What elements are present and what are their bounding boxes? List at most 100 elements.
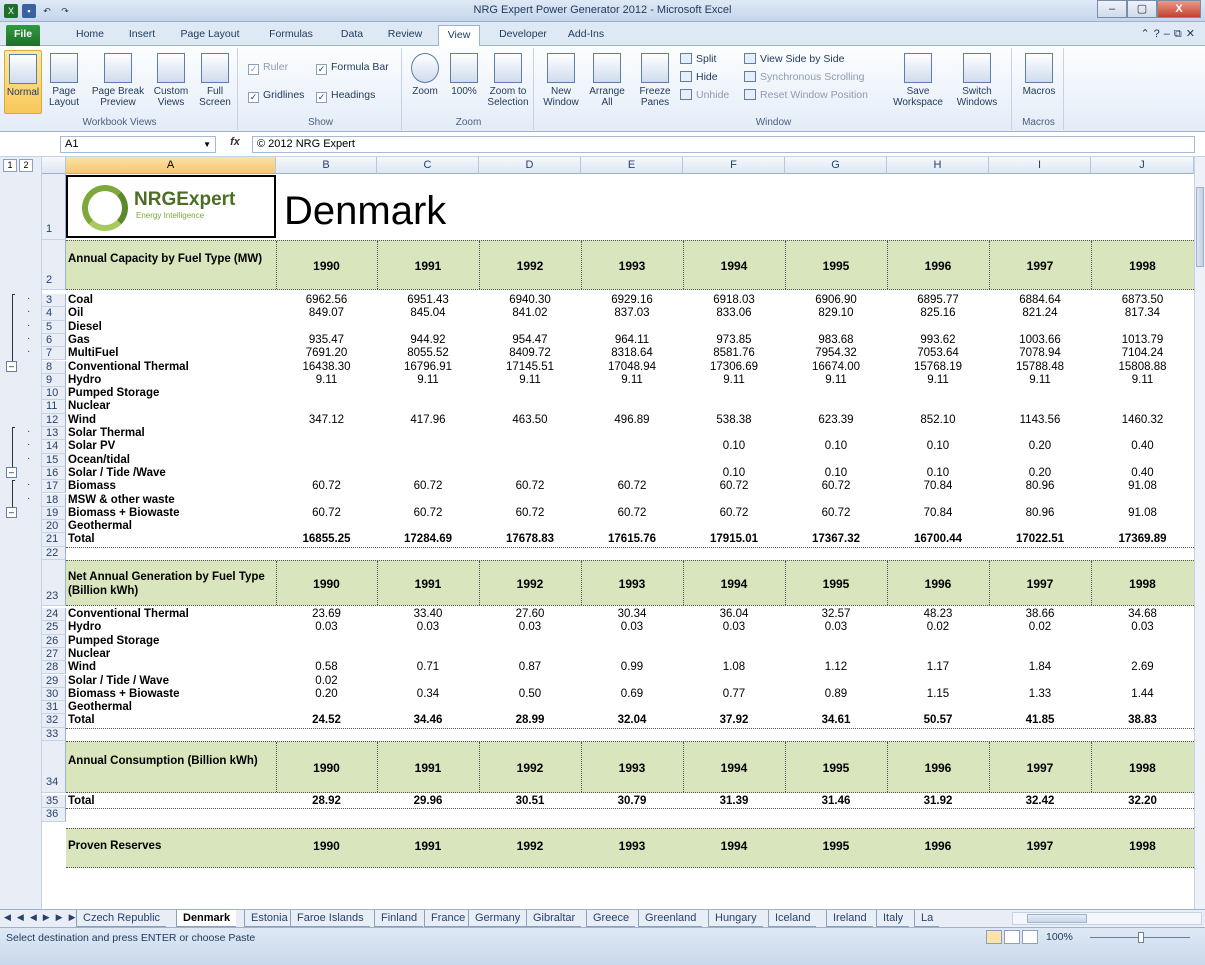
- value-cell[interactable]: [887, 635, 989, 648]
- row-header[interactable]: 35: [42, 795, 66, 809]
- sheet-tab[interactable]: Faroe Islands: [290, 910, 370, 927]
- value-cell[interactable]: [1091, 321, 1194, 334]
- value-cell[interactable]: [1091, 387, 1194, 400]
- scroll-thumb[interactable]: [1027, 914, 1087, 923]
- table-row[interactable]: Geothermal: [66, 520, 1196, 533]
- row-header[interactable]: 17: [42, 480, 66, 494]
- column-header-i[interactable]: I: [989, 157, 1091, 174]
- column-header-d[interactable]: D: [479, 157, 581, 174]
- value-cell[interactable]: 1143.56: [989, 414, 1091, 427]
- column-header-c[interactable]: C: [377, 157, 479, 174]
- macros-button[interactable]: Macros: [1020, 50, 1058, 97]
- table-row[interactable]: Solar / Tide / Wave 0.02: [66, 675, 1196, 688]
- value-cell[interactable]: [581, 467, 683, 480]
- formula-input[interactable]: © 2012 NRG Expert: [252, 136, 1195, 153]
- value-cell[interactable]: 964.11: [581, 334, 683, 347]
- value-cell[interactable]: [785, 648, 887, 661]
- value-cell[interactable]: 954.47: [479, 334, 581, 347]
- sheet-tab[interactable]: Denmark: [176, 910, 237, 927]
- value-cell[interactable]: 17369.89: [1091, 533, 1194, 546]
- formula-bar-checkbox[interactable]: ✓ Formula Bar: [316, 60, 389, 75]
- value-cell[interactable]: 7078.94: [989, 347, 1091, 360]
- row-header[interactable]: 14: [42, 440, 66, 454]
- value-cell[interactable]: [581, 387, 683, 400]
- new-window-button[interactable]: New Window: [540, 50, 582, 108]
- row-label[interactable]: Solar / Tide / Wave: [68, 675, 274, 688]
- value-cell[interactable]: 91.08: [1091, 507, 1194, 520]
- value-cell[interactable]: 17284.69: [377, 533, 479, 546]
- sheet-tab[interactable]: Greece: [586, 910, 636, 927]
- hide-button[interactable]: Hide: [680, 70, 718, 85]
- value-cell[interactable]: 821.24: [989, 307, 1091, 320]
- value-cell[interactable]: 70.84: [887, 480, 989, 493]
- value-cell[interactable]: 849.07: [276, 307, 377, 320]
- row-header[interactable]: 8: [42, 360, 66, 374]
- value-cell[interactable]: 973.85: [683, 334, 785, 347]
- value-cell[interactable]: [479, 427, 581, 440]
- sheet-tab[interactable]: La: [914, 910, 940, 927]
- value-cell[interactable]: [785, 701, 887, 714]
- value-cell[interactable]: [479, 701, 581, 714]
- value-cell[interactable]: 2.69: [1091, 661, 1194, 674]
- switch-windows-button[interactable]: Switch Windows: [948, 50, 1006, 108]
- sheet-tab[interactable]: Estonia: [244, 910, 294, 927]
- row-header[interactable]: 25: [42, 621, 66, 635]
- value-cell[interactable]: 7053.64: [887, 347, 989, 360]
- scroll-thumb[interactable]: [1196, 187, 1204, 267]
- value-cell[interactable]: 32.42: [989, 795, 1091, 808]
- horizontal-scrollbar[interactable]: [1012, 912, 1202, 925]
- row-header[interactable]: 19: [42, 506, 66, 521]
- freeze-panes-button[interactable]: Freeze Panes: [632, 50, 678, 108]
- tab-insert[interactable]: Insert: [122, 25, 162, 46]
- value-cell[interactable]: 7691.20: [276, 347, 377, 360]
- value-cell[interactable]: [1091, 648, 1194, 661]
- value-cell[interactable]: 9.11: [276, 374, 377, 387]
- value-cell[interactable]: 31.92: [887, 795, 989, 808]
- row-label[interactable]: Biomass + Biowaste: [68, 688, 274, 701]
- value-cell[interactable]: [989, 321, 1091, 334]
- table-row[interactable]: Geothermal: [66, 701, 1196, 714]
- value-cell[interactable]: 24.52: [276, 714, 377, 727]
- value-cell[interactable]: 1013.79: [1091, 334, 1194, 347]
- value-cell[interactable]: [683, 675, 785, 688]
- column-header-h[interactable]: H: [887, 157, 989, 174]
- table-row[interactable]: MSW & other waste: [66, 494, 1196, 507]
- value-cell[interactable]: 6951.43: [377, 294, 479, 307]
- value-cell[interactable]: 0.89: [785, 688, 887, 701]
- value-cell[interactable]: 0.03: [581, 621, 683, 634]
- table-row[interactable]: Biomass 60.72 60.72 60.72 60.72 60.72 60.72 70.…: [66, 480, 1196, 493]
- value-cell[interactable]: 0.03: [1091, 621, 1194, 634]
- value-cell[interactable]: 23.69: [276, 608, 377, 621]
- sheet-tab[interactable]: Gibraltar: [526, 910, 582, 927]
- value-cell[interactable]: 825.16: [887, 307, 989, 320]
- value-cell[interactable]: [377, 701, 479, 714]
- value-cell[interactable]: 0.02: [989, 621, 1091, 634]
- value-cell[interactable]: [1091, 454, 1194, 467]
- value-cell[interactable]: 60.72: [276, 507, 377, 520]
- table-row[interactable]: Biomass + Biowaste 60.72 60.72 60.72 60.72 60…: [66, 507, 1196, 520]
- table-row[interactable]: Gas 935.47 944.92 954.47 964.11 973.85 983.68 9…: [66, 334, 1196, 347]
- row-label[interactable]: Pumped Storage: [68, 387, 274, 400]
- value-cell[interactable]: 1.15: [887, 688, 989, 701]
- row-header[interactable]: 3: [42, 294, 66, 308]
- value-cell[interactable]: 17367.32: [785, 533, 887, 546]
- value-cell[interactable]: [785, 520, 887, 533]
- column-header-e[interactable]: E: [581, 157, 683, 174]
- value-cell[interactable]: [581, 400, 683, 413]
- table-row[interactable]: Wind 0.58 0.71 0.87 0.99 1.08 1.12 1.17 1.84 2.69: [66, 661, 1196, 674]
- value-cell[interactable]: 1.17: [887, 661, 989, 674]
- row-label[interactable]: Total: [68, 714, 274, 727]
- row-label[interactable]: Coal: [68, 294, 274, 307]
- synchronous-scrolling-button[interactable]: Synchronous Scrolling: [744, 70, 864, 85]
- value-cell[interactable]: [276, 701, 377, 714]
- value-cell[interactable]: [276, 467, 377, 480]
- row-label[interactable]: Total: [68, 533, 274, 546]
- value-cell[interactable]: 417.96: [377, 414, 479, 427]
- row-header[interactable]: 10: [42, 387, 66, 401]
- value-cell[interactable]: [276, 321, 377, 334]
- value-cell[interactable]: [479, 675, 581, 688]
- value-cell[interactable]: 1.12: [785, 661, 887, 674]
- view-side-by-side-button[interactable]: View Side by Side: [744, 52, 844, 67]
- sheet-tab[interactable]: France: [424, 910, 472, 927]
- value-cell[interactable]: 0.10: [887, 440, 989, 453]
